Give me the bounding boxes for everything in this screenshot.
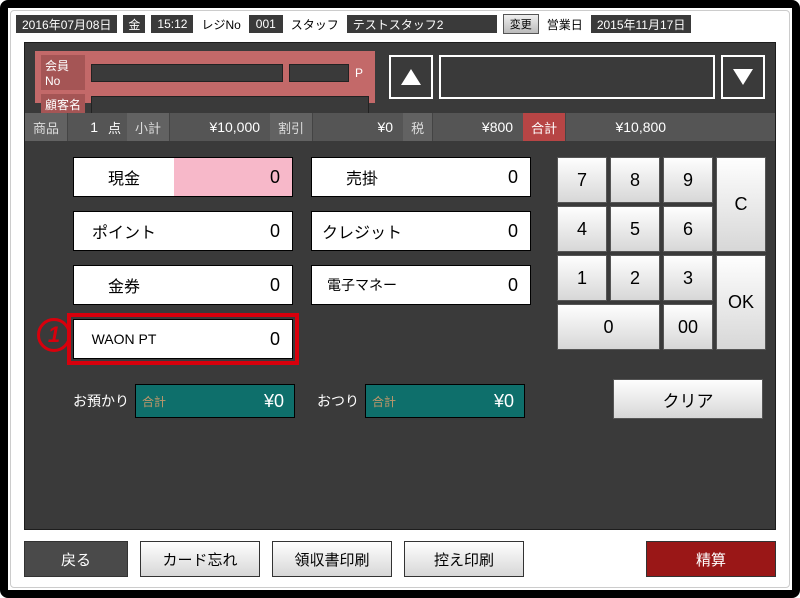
member-no-input[interactable]	[91, 64, 283, 82]
payment-point: ポイント 0	[73, 211, 293, 251]
payment-emoney-button[interactable]: 電子マネー	[312, 266, 412, 304]
back-button[interactable]: 戻る	[24, 541, 128, 577]
keypad-7[interactable]: 7	[557, 157, 607, 203]
clear-button[interactable]: クリア	[613, 379, 763, 419]
current-time: 15:12	[151, 15, 193, 33]
main-panel: 会員No P 顧客名 商品 1 点 小計 ¥10,000 割引 ¥0 税 ¥80…	[24, 42, 776, 530]
item-label: 商品	[25, 113, 68, 141]
change-box: おつり 合計¥0	[317, 384, 525, 418]
keypad-2[interactable]: 2	[610, 255, 660, 301]
deposit-label: お預かり	[73, 391, 129, 411]
keypad-9[interactable]: 9	[663, 157, 713, 203]
totals-bar: 商品 1 点 小計 ¥10,000 割引 ¥0 税 ¥800 合計 ¥10,80…	[25, 113, 775, 141]
scroll-up-button[interactable]	[389, 55, 433, 99]
keypad-1[interactable]: 1	[557, 255, 607, 301]
payment-voucher: 金券 0	[73, 265, 293, 305]
triangle-down-icon	[733, 69, 753, 85]
business-day-label: 営業日	[545, 16, 585, 33]
member-box: 会員No P 顧客名	[35, 51, 375, 103]
payment-cash-button[interactable]: 現金	[74, 158, 174, 196]
deposit-box: お預かり 合計¥0	[73, 384, 295, 418]
keypad-6[interactable]: 6	[663, 206, 713, 252]
discount-label: 割引	[270, 113, 313, 141]
payment-uri: 売掛 0	[311, 157, 531, 197]
day-of-week: 金	[123, 15, 145, 33]
payment-waon-button[interactable]: WAON PT	[74, 320, 174, 358]
payment-cash-value[interactable]: 0	[174, 158, 292, 196]
total-label: 合計	[523, 113, 566, 141]
register-no: 001	[249, 15, 283, 33]
payment-emoney: 電子マネー 0	[311, 265, 531, 305]
change-staff-button[interactable]: 変更	[503, 14, 539, 34]
card-forgot-button[interactable]: カード忘れ	[140, 541, 260, 577]
change-tag: 合計	[366, 393, 402, 410]
payment-voucher-button[interactable]: 金券	[74, 266, 174, 304]
keypad-ok[interactable]: OK	[716, 255, 766, 350]
payment-emoney-value[interactable]: 0	[412, 266, 530, 304]
payment-point-button[interactable]: ポイント	[74, 212, 174, 250]
payment-voucher-value[interactable]: 0	[174, 266, 292, 304]
register-no-label: レジNo	[199, 16, 242, 33]
tax-value: ¥800	[433, 113, 523, 141]
bottom-bar: 戻る カード忘れ 領収書印刷 控え印刷 精算	[24, 540, 776, 578]
tax-label: 税	[403, 113, 433, 141]
keypad-clear[interactable]: C	[716, 157, 766, 252]
numeric-keypad: 7 8 9 C 4 5 6 1 2 3 OK 0 00	[557, 157, 763, 350]
item-list-area[interactable]	[439, 55, 715, 99]
payment-credit-button[interactable]: クレジット	[312, 212, 412, 250]
copy-print-button[interactable]: 控え印刷	[404, 541, 524, 577]
settle-button[interactable]: 精算	[646, 541, 776, 577]
keypad-00[interactable]: 00	[663, 304, 713, 350]
total-value: ¥10,800	[566, 113, 676, 141]
triangle-up-icon	[401, 69, 421, 85]
discount-value: ¥0	[313, 113, 403, 141]
payment-uri-button[interactable]: 売掛	[312, 158, 412, 196]
callout-marker-1: 1	[37, 318, 71, 352]
payment-credit: クレジット 0	[311, 211, 531, 251]
item-qty: 1	[68, 113, 108, 141]
keypad-5[interactable]: 5	[610, 206, 660, 252]
keypad-8[interactable]: 8	[610, 157, 660, 203]
payment-waon: WAON PT 0	[73, 319, 293, 359]
business-day: 2015年11月17日	[591, 15, 692, 33]
item-unit: 点	[108, 118, 127, 137]
change-value: ¥0	[402, 391, 524, 412]
staff-name: テストスタッフ2	[347, 15, 497, 33]
member-sub-input[interactable]	[289, 64, 349, 82]
app-frame: 2016年07月08日 金 15:12 レジNo 001 スタッフ テストスタッ…	[0, 0, 800, 598]
payment-area: 現金 0 売掛 0 ポイント 0 クレジット 0	[73, 157, 543, 373]
current-date: 2016年07月08日	[16, 15, 117, 33]
keypad-0[interactable]: 0	[557, 304, 660, 350]
member-name-input[interactable]	[91, 96, 369, 114]
change-label: おつり	[317, 391, 359, 411]
deposit-tag: 合計	[136, 393, 172, 410]
payment-credit-value[interactable]: 0	[412, 212, 530, 250]
deposit-value: ¥0	[172, 391, 294, 412]
keypad-3[interactable]: 3	[663, 255, 713, 301]
member-point-label: P	[355, 66, 369, 80]
scroll-down-button[interactable]	[721, 55, 765, 99]
payment-cash: 現金 0	[73, 157, 293, 197]
member-no-label: 会員No	[41, 55, 85, 90]
top-status-bar: 2016年07月08日 金 15:12 レジNo 001 スタッフ テストスタッ…	[14, 14, 786, 34]
change-row: お預かり 合計¥0 おつり 合計¥0	[73, 383, 525, 419]
subtotal-label: 小計	[127, 113, 170, 141]
payment-point-value[interactable]: 0	[174, 212, 292, 250]
subtotal-value: ¥10,000	[170, 113, 270, 141]
member-name-label: 顧客名	[41, 94, 85, 115]
payment-waon-value[interactable]: 0	[174, 320, 292, 358]
staff-label: スタッフ	[289, 16, 341, 33]
keypad-4[interactable]: 4	[557, 206, 607, 252]
receipt-print-button[interactable]: 領収書印刷	[272, 541, 392, 577]
payment-uri-value[interactable]: 0	[412, 158, 530, 196]
